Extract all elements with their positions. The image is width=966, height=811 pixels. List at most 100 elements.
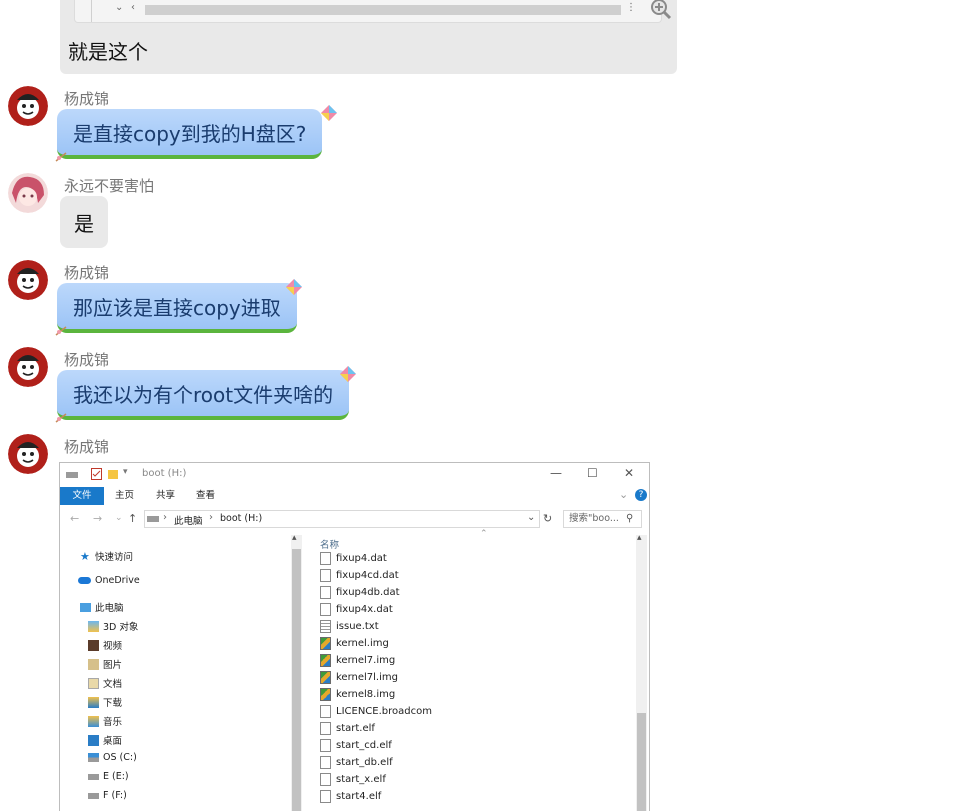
- nav-item-label: 文档: [103, 679, 123, 690]
- nav-item-label: 快速访问: [95, 552, 134, 563]
- new-folder-icon: [108, 470, 118, 479]
- refresh-icon[interactable]: ↻: [543, 512, 552, 525]
- message-bubble[interactable]: 我还以为有个root文件夹啥的: [57, 370, 350, 420]
- drive-icon: [147, 516, 159, 522]
- nav-item-quick-access[interactable]: ★ 快速访问: [80, 549, 134, 564]
- nav-item-videos[interactable]: 视频: [88, 638, 122, 652]
- message-bubble[interactable]: 是: [60, 196, 108, 248]
- nav-item-3d-objects[interactable]: 3D 对象: [88, 619, 138, 633]
- maximize-icon[interactable]: ☐: [587, 466, 598, 480]
- image-file-icon: [320, 654, 331, 667]
- message-bubble[interactable]: 那应该是直接copy进取: [57, 283, 297, 333]
- file-row[interactable]: LICENCE.broadcom: [320, 705, 432, 718]
- horizontal-scrollbar: [145, 5, 621, 15]
- nav-item-drive-f[interactable]: F (F:): [88, 790, 127, 801]
- scroll-up-icon[interactable]: ▴: [292, 533, 297, 543]
- document-icon: [320, 569, 331, 582]
- drive-icon: [88, 773, 99, 780]
- nav-item-documents[interactable]: 文档: [88, 676, 122, 690]
- file-row[interactable]: kernel7.img: [320, 654, 395, 667]
- nav-item-label: 此电脑: [95, 603, 124, 614]
- nav-item-label: F (F:): [103, 790, 127, 801]
- file-name: fixup4db.dat: [336, 587, 400, 598]
- file-list: ⌃ 名称 fixup4.dat fixup4cd.dat fixup4db.da…: [320, 529, 635, 811]
- search-icon: ⚲: [626, 513, 634, 524]
- file-name: start4.elf: [336, 791, 382, 802]
- embedded-screenshot-fragment[interactable]: ⌄ ‹ ⋮: [74, 0, 672, 23]
- sender-name: 杨成锦: [64, 90, 110, 108]
- breadcrumb-item[interactable]: boot (H:): [220, 513, 262, 524]
- file-row[interactable]: start_cd.elf: [320, 739, 392, 752]
- scrollbar-thumb[interactable]: [637, 713, 646, 811]
- file-name: start_db.elf: [336, 757, 393, 768]
- quoted-image-message: ⌄ ‹ ⋮ 就是这个: [60, 0, 677, 74]
- message-bubble[interactable]: 是直接copy到我的H盘区?: [57, 109, 323, 159]
- file-row[interactable]: kernel8.img: [320, 688, 395, 701]
- file-row[interactable]: fixup4cd.dat: [320, 569, 399, 582]
- file-list-scrollbar[interactable]: ▴: [636, 533, 647, 811]
- file-row[interactable]: start_x.elf: [320, 773, 386, 786]
- document-icon: [320, 705, 331, 718]
- chevron-left-icon: ‹: [131, 2, 135, 13]
- nav-item-onedrive[interactable]: OneDrive: [78, 575, 140, 586]
- file-row[interactable]: fixup4.dat: [320, 552, 387, 565]
- close-icon[interactable]: ✕: [624, 466, 634, 480]
- avatar[interactable]: [8, 260, 48, 300]
- nav-item-downloads[interactable]: 下载: [88, 695, 122, 709]
- nav-item-drive-e[interactable]: E (E:): [88, 771, 129, 782]
- help-icon[interactable]: ?: [635, 489, 647, 501]
- column-header-name[interactable]: 名称: [320, 537, 339, 551]
- expand-ribbon-icon[interactable]: ⌄: [619, 488, 628, 501]
- nav-item-this-pc[interactable]: 此电脑: [80, 600, 124, 614]
- nav-item-music[interactable]: 音乐: [88, 714, 122, 728]
- forward-icon[interactable]: →: [93, 512, 102, 525]
- drive-icon: [66, 472, 78, 478]
- nav-pane-scrollbar[interactable]: ▴: [291, 533, 302, 811]
- tab-view[interactable]: 查看: [196, 487, 215, 505]
- file-row[interactable]: kernel.img: [320, 637, 389, 650]
- back-icon[interactable]: ←: [70, 512, 79, 525]
- file-row[interactable]: start.elf: [320, 722, 375, 735]
- scroll-up-icon[interactable]: ▴: [637, 533, 642, 543]
- image-file-icon: [320, 637, 331, 650]
- avatar[interactable]: [8, 347, 48, 387]
- up-icon[interactable]: ↑: [128, 512, 137, 525]
- chevron-down-icon: ⌄: [115, 2, 124, 13]
- avatar[interactable]: [8, 86, 48, 126]
- message-text: 是直接copy到我的H盘区?: [73, 121, 307, 146]
- minimize-icon[interactable]: —: [550, 466, 562, 480]
- tab-home[interactable]: 主页: [115, 487, 134, 505]
- file-row[interactable]: issue.txt: [320, 620, 379, 633]
- breadcrumb-item[interactable]: 此电脑: [174, 513, 203, 527]
- file-row[interactable]: kernel7l.img: [320, 671, 398, 684]
- file-name: start_cd.elf: [336, 740, 392, 751]
- tab-file[interactable]: 文件: [60, 487, 104, 505]
- drive-icon: [88, 792, 99, 799]
- nav-item-label: 视频: [103, 641, 123, 652]
- file-row[interactable]: start_db.elf: [320, 756, 393, 769]
- tab-share[interactable]: 共享: [156, 487, 175, 505]
- scrollbar-thumb[interactable]: [292, 549, 301, 811]
- sender-name: 杨成锦: [64, 438, 110, 456]
- nav-item-label: 音乐: [103, 717, 123, 728]
- avatar[interactable]: [8, 434, 48, 474]
- address-dropdown-icon[interactable]: ⌄: [527, 512, 535, 523]
- file-row[interactable]: fixup4db.dat: [320, 586, 400, 599]
- file-name: start.elf: [336, 723, 375, 734]
- nav-item-desktop[interactable]: 桌面: [88, 733, 122, 747]
- sender-name: 杨成锦: [64, 264, 110, 282]
- file-row[interactable]: fixup4x.dat: [320, 603, 393, 616]
- file-row[interactable]: start4.elf: [320, 790, 381, 803]
- nav-item-pictures[interactable]: 图片: [88, 657, 122, 671]
- address-bar[interactable]: › 此电脑 › boot (H:) ⌄: [144, 510, 540, 528]
- explorer-screenshot-image[interactable]: ▾ boot (H:) — ☐ ✕ 文件 主页 共享 查看 ⌄ ? ← → ⌄ …: [59, 462, 650, 811]
- image-file-icon: [320, 688, 331, 701]
- avatar[interactable]: [8, 173, 48, 213]
- recent-locations-icon[interactable]: ⌄: [115, 513, 123, 523]
- sender-name: 杨成锦: [64, 351, 110, 369]
- file-name: kernel8.img: [336, 689, 396, 700]
- zoom-in-icon[interactable]: [650, 0, 672, 20]
- kite-decoration-icon: [286, 279, 302, 295]
- nav-item-drive-c[interactable]: OS (C:): [88, 752, 137, 763]
- nav-item-label: OS (C:): [103, 752, 137, 763]
